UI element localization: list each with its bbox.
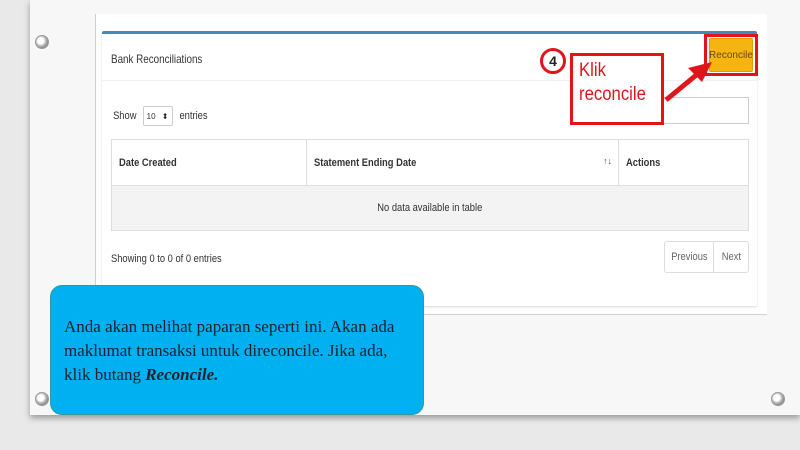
- step-number-badge: 4: [540, 48, 566, 74]
- instruction-note: Anda akan melihat paparan seperti ini. A…: [50, 285, 424, 415]
- callout-line-1: Klik: [579, 60, 606, 81]
- note-emphasis: Reconcile.: [145, 365, 219, 384]
- annotation-callout: Klik reconcile: [570, 53, 664, 125]
- note-text: Anda akan melihat paparan seperti ini. A…: [64, 317, 395, 384]
- callout-line-2: reconcile: [579, 84, 646, 105]
